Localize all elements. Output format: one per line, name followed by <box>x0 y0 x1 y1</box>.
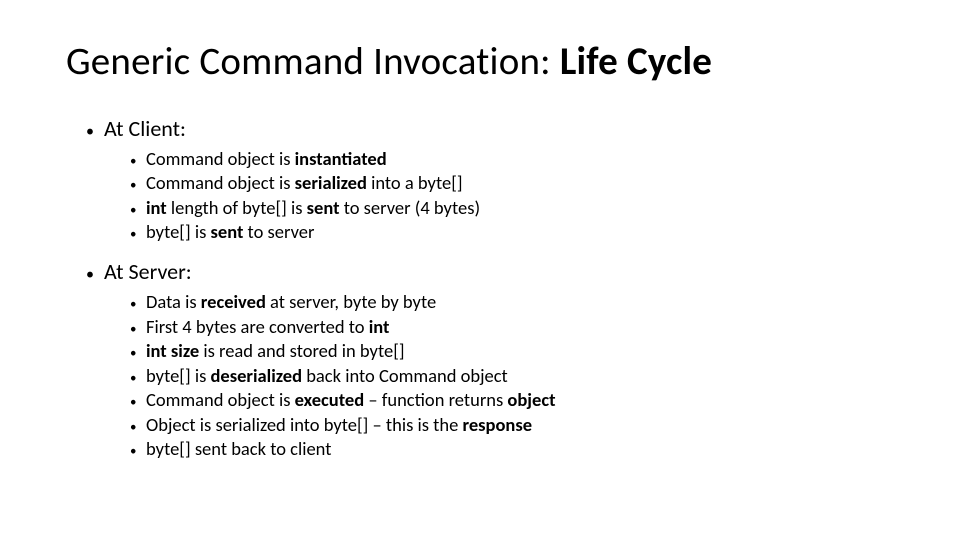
list-item-text: Data is received at server, byte by byte <box>146 290 436 314</box>
list-item-text: byte[] sent back to client <box>146 437 331 461</box>
bold-run: sent <box>211 220 244 243</box>
sub-list: •Command object is instantiated•Command … <box>130 147 900 245</box>
bullet-icon: • <box>130 226 146 243</box>
bold-run: received <box>201 290 266 313</box>
list-item-text: int length of byte[] is sent to server (… <box>146 196 480 220</box>
text-run: byte[] is <box>146 364 211 387</box>
list-item-text: byte[] is deserialized back into Command… <box>146 364 508 388</box>
bold-run: int size <box>146 339 199 362</box>
bold-run: response <box>462 413 532 436</box>
text-run: back into Command object <box>302 364 508 387</box>
list-item-text: First 4 bytes are converted to int <box>146 315 389 339</box>
list-item-text: Command object is serialized into a byte… <box>146 171 463 195</box>
text-run: byte[] is <box>146 220 211 243</box>
sub-list: •Data is received at server, byte by byt… <box>130 290 900 461</box>
bullet-icon: • <box>130 177 146 194</box>
list-item: •Command object is instantiated <box>130 147 900 171</box>
bullet-icon: • <box>130 419 146 436</box>
bold-run: executed <box>295 388 365 411</box>
bold-run: instantiated <box>295 147 387 170</box>
bold-run: int <box>369 315 390 338</box>
bold-run: deserialized <box>211 364 303 387</box>
bullet-icon: • <box>130 321 146 338</box>
bullet-icon: • <box>86 121 104 143</box>
text-run: length of byte[] is <box>167 196 307 219</box>
slide-body: •At Client:•Command object is instantiat… <box>66 115 900 461</box>
section-heading-text: At Client: <box>104 115 186 142</box>
text-run: – function returns <box>364 388 507 411</box>
text-run: Command object is <box>146 388 295 411</box>
bullet-icon: • <box>130 202 146 219</box>
title-plain: Generic Command Invocation: <box>66 38 560 85</box>
list-item: •int size is read and stored in byte[] <box>130 339 900 363</box>
text-run: Data is <box>146 290 201 313</box>
slide-title: Generic Command Invocation: Life Cycle <box>66 40 900 85</box>
list-item: •Command object is executed – function r… <box>130 388 900 412</box>
bold-run: int <box>146 196 167 219</box>
list-item-text: Command object is instantiated <box>146 147 387 171</box>
list-item: •Command object is serialized into a byt… <box>130 171 900 195</box>
list-item-text: Command object is executed – function re… <box>146 388 556 412</box>
list-item: •byte[] is sent to server <box>130 220 900 244</box>
bold-run: object <box>507 388 555 411</box>
bullet-icon: • <box>130 153 146 170</box>
text-run: Object is serialized into byte[] – this … <box>146 413 462 436</box>
text-run: to server <box>243 220 314 243</box>
bold-run: sent <box>307 196 340 219</box>
list-item-text: byte[] is sent to server <box>146 220 314 244</box>
text-run: to server (4 bytes) <box>340 196 481 219</box>
section-heading: •At Client: <box>86 115 900 143</box>
list-item: •byte[] is deserialized back into Comman… <box>130 364 900 388</box>
list-item: •int length of byte[] is sent to server … <box>130 196 900 220</box>
bullet-icon: • <box>130 345 146 362</box>
bullet-icon: • <box>130 443 146 460</box>
title-emph: Life Cycle <box>560 38 712 85</box>
bullet-icon: • <box>130 296 146 313</box>
text-run: First 4 bytes are converted to <box>146 315 369 338</box>
text-run: at server, byte by byte <box>266 290 436 313</box>
bullet-icon: • <box>130 370 146 387</box>
section-heading-text: At Server: <box>104 258 192 285</box>
list-item: •Object is serialized into byte[] – this… <box>130 413 900 437</box>
list-item: •byte[] sent back to client <box>130 437 900 461</box>
text-run: byte[] sent back to client <box>146 437 331 460</box>
list-item: •First 4 bytes are converted to int <box>130 315 900 339</box>
bold-run: serialized <box>295 171 367 194</box>
bullet-icon: • <box>86 264 104 286</box>
text-run: into a byte[] <box>367 171 463 194</box>
list-item-text: int size is read and stored in byte[] <box>146 339 405 363</box>
bullet-icon: • <box>130 394 146 411</box>
list-item-text: Object is serialized into byte[] – this … <box>146 413 532 437</box>
list-item: •Data is received at server, byte by byt… <box>130 290 900 314</box>
text-run: Command object is <box>146 171 295 194</box>
text-run: is read and stored in byte[] <box>199 339 404 362</box>
section-heading: •At Server: <box>86 258 900 286</box>
text-run: Command object is <box>146 147 295 170</box>
slide: Generic Command Invocation: Life Cycle •… <box>0 0 960 540</box>
